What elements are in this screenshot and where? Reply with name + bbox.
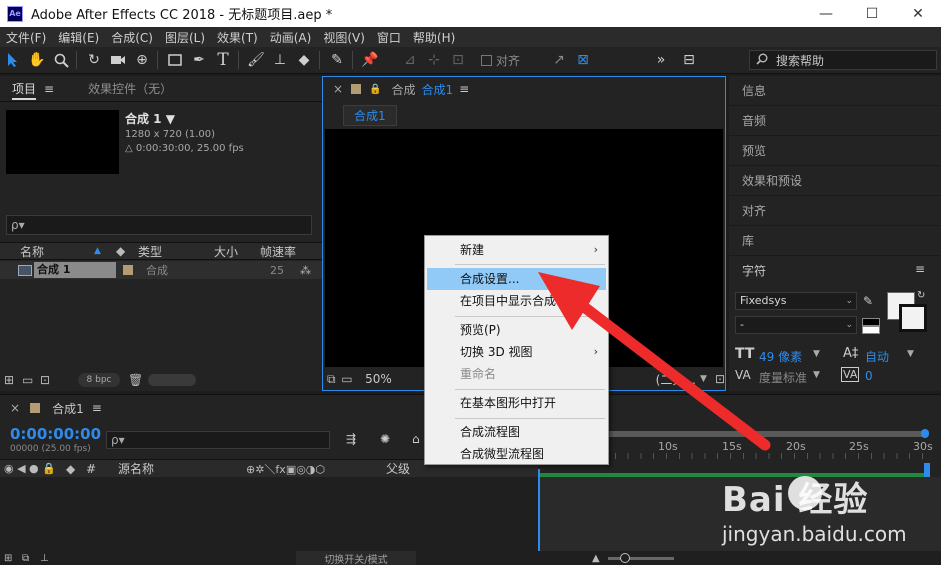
paw-icon [788, 476, 822, 510]
after-effects-window: Ae Adobe After Effects CC 2018 - 无标题项目.a… [0, 0, 941, 565]
watermark-url: jingyan.baidu.com [722, 522, 907, 546]
baidu-watermark: Bai 经验 jingyan.baidu.com [722, 472, 941, 562]
